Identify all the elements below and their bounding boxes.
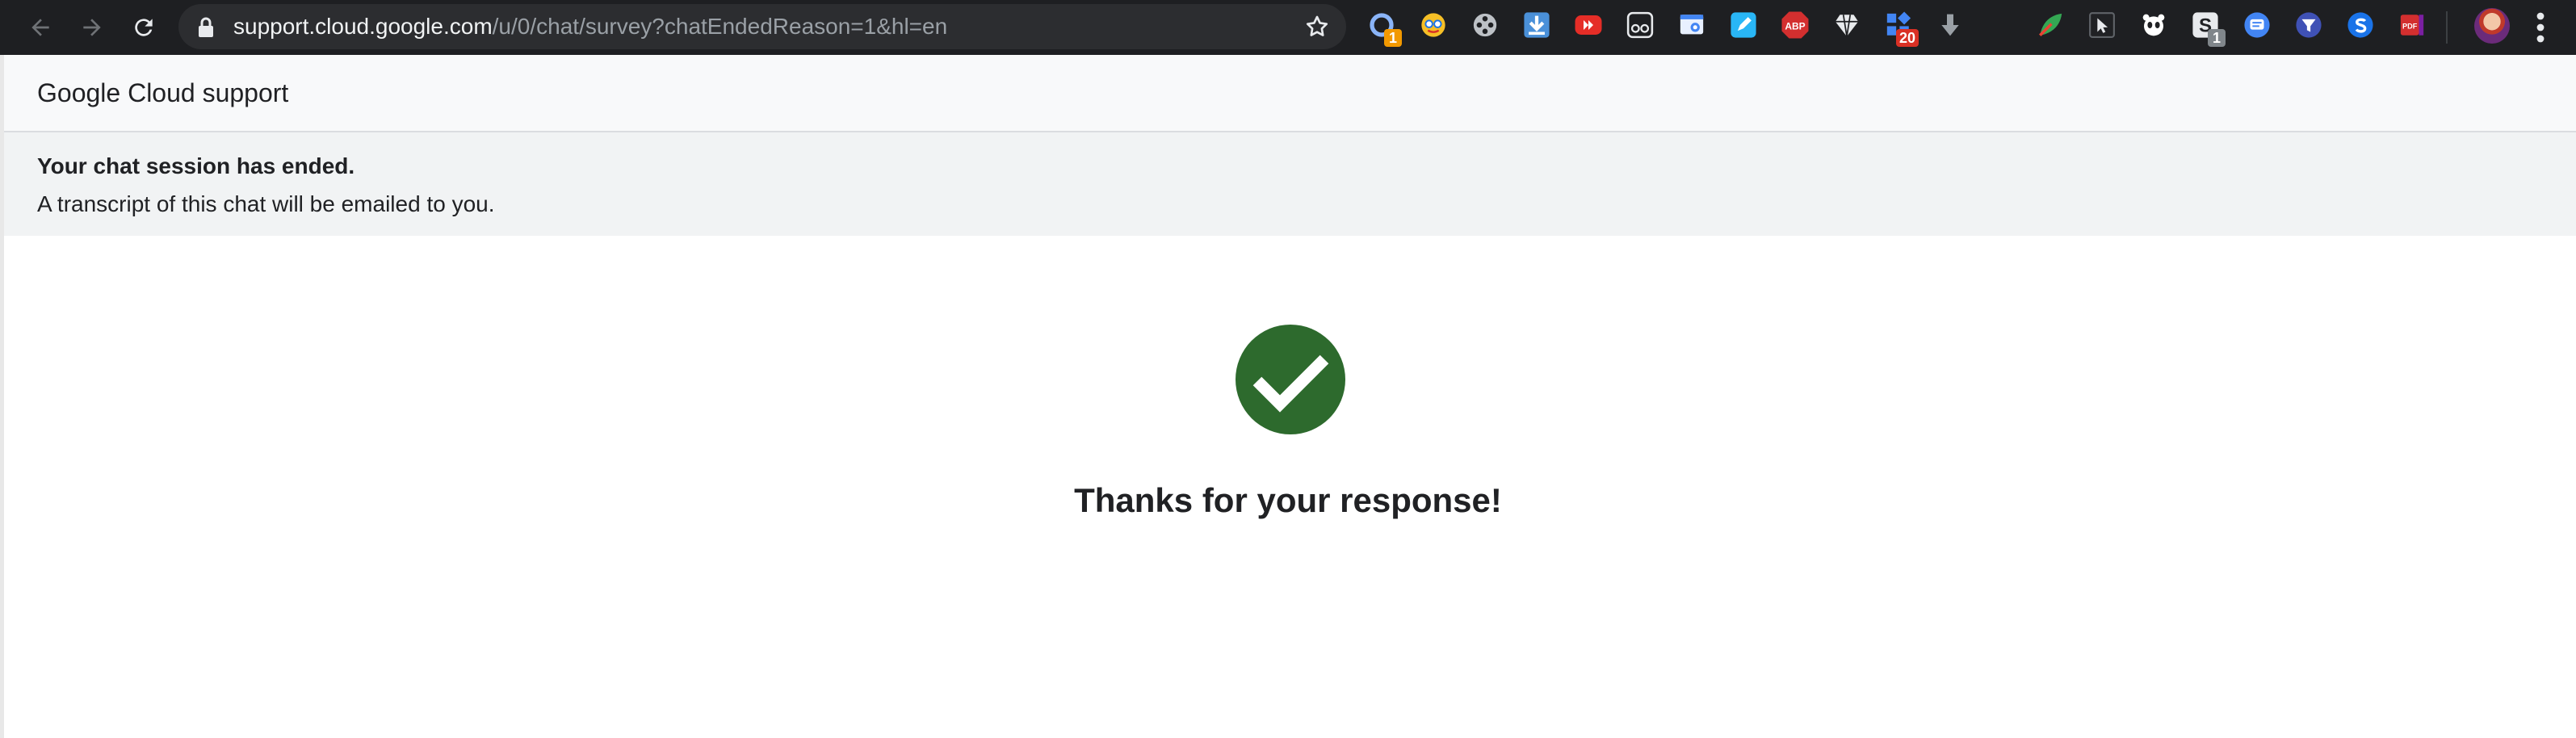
panda-icon [2142, 14, 2165, 36]
extension-glasses[interactable] [1418, 10, 1449, 40]
extension-badge: 20 [1895, 29, 1919, 47]
banner-title: Your chat session has ended. [37, 153, 355, 178]
app-header: Google Cloud support [4, 55, 2576, 132]
svg-text:PDF: PDF [2402, 22, 2418, 30]
banner-message: A transcript of this chat will be emaile… [37, 191, 495, 216]
extension-leaf[interactable] [2035, 10, 2066, 40]
arrow-left-icon [31, 19, 49, 36]
lock-icon [199, 17, 213, 37]
extension-youtube[interactable] [1573, 10, 1604, 40]
extension-gem[interactable] [1831, 10, 1862, 40]
arrow-down-icon [1941, 14, 1959, 36]
pen-edit-icon [1731, 12, 1756, 38]
reload-icon [135, 19, 153, 36]
reader-glasses-icon [1626, 11, 1654, 39]
check-circle-icon [1236, 325, 1345, 434]
browser-toolbar: support.cloud.google.com/u/0/chat/survey… [0, 0, 2576, 55]
screenshot-window-icon [1680, 15, 1704, 35]
extension-download[interactable] [1521, 10, 1552, 40]
pdf-file-icon: PDF [2400, 15, 2424, 36]
extension-refresh[interactable]: 1 [1366, 10, 1402, 47]
session-ended-banner: Your chat session has ended. A transcrip… [4, 132, 2576, 236]
thanks-message: Thanks for your response! [1074, 481, 1502, 519]
extension-reader[interactable] [1625, 10, 1655, 40]
filter-funnel-icon [2296, 12, 2322, 38]
leaf-icon [2038, 13, 2062, 37]
extension-pen[interactable] [1728, 10, 1759, 40]
extension-pdf[interactable]: PDF [2397, 10, 2427, 40]
toolbar-divider [2446, 11, 2448, 44]
forward-button[interactable] [71, 6, 113, 48]
extension-badge: 1 [1384, 29, 1402, 47]
extension-grid[interactable]: 20 [1883, 10, 1919, 47]
extension-down-arrow[interactable] [1935, 10, 1966, 40]
profile-avatar[interactable] [2474, 8, 2510, 44]
extension-reel[interactable] [1470, 10, 1500, 40]
s-circle-icon [2347, 12, 2373, 38]
diamond-icon [1835, 15, 1859, 37]
film-reel-icon [1473, 13, 1497, 37]
extension-panda[interactable] [2138, 10, 2169, 40]
cursor-pointer-icon [2089, 12, 2115, 38]
chat-bubble-icon [2244, 12, 2270, 38]
back-button[interactable] [19, 6, 61, 48]
address-bar[interactable]: support.cloud.google.com/u/0/chat/survey… [178, 4, 1346, 49]
url-path: /u/0/chat/survey?chatEndedReason=1&hl=en [492, 14, 948, 39]
download-icon [1524, 12, 1550, 38]
svg-text:ABP: ABP [1785, 20, 1805, 31]
bookmark-star-icon[interactable] [1304, 14, 1330, 40]
extension-chat[interactable] [2242, 10, 2272, 40]
app-title: Google Cloud support [37, 78, 289, 107]
video-play-icon [1575, 15, 1602, 35]
arrow-right-icon [83, 19, 101, 36]
extension-screenshot[interactable] [1676, 10, 1707, 40]
url-text[interactable]: support.cloud.google.com/u/0/chat/survey… [233, 4, 947, 49]
extension-s-circle[interactable] [2345, 10, 2376, 40]
url-host: support.cloud.google.com [233, 14, 493, 39]
reload-button[interactable] [123, 6, 165, 48]
glasses-face-icon [1421, 13, 1445, 37]
extension-cursor[interactable] [2087, 10, 2117, 40]
extension-badge: 1 [2208, 29, 2226, 47]
more-vert-icon[interactable] [2531, 11, 2550, 44]
adblock-icon: ABP [1781, 11, 1809, 39]
extension-s[interactable]: S 1 [2190, 10, 2226, 47]
extension-filter[interactable] [2293, 10, 2324, 40]
extension-adblock[interactable]: ABP [1780, 10, 1810, 40]
